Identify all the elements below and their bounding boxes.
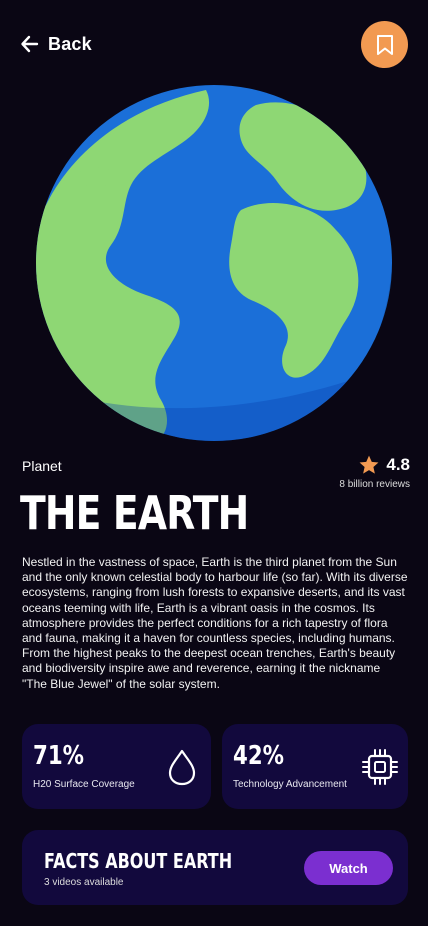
stat-value: 71% [33, 741, 85, 771]
bookmark-button[interactable] [361, 21, 408, 68]
reviews-count: 8 billion reviews [339, 479, 410, 490]
chip-icon [362, 749, 398, 785]
earth-globe-image [36, 85, 392, 441]
back-button[interactable]: Back [20, 31, 92, 57]
stat-value: 42% [233, 741, 285, 771]
arrow-left-icon [21, 35, 39, 53]
facts-title: FACTS ABOUT EARTH [44, 849, 233, 873]
bookmark-icon [376, 34, 393, 55]
top-bar: Back [0, 0, 428, 90]
planet-description: Nestled in the vastness of space, Earth … [22, 555, 408, 691]
page-title: THE EARTH [20, 486, 249, 540]
planet-category: Planet [22, 458, 62, 474]
watch-button[interactable]: Watch [304, 851, 393, 885]
rating: 4.8 [358, 454, 410, 476]
star-icon [359, 455, 379, 474]
facts-subtitle: 3 videos available [44, 877, 124, 888]
water-drop-icon [168, 749, 196, 786]
rating-value: 4.8 [386, 455, 410, 474]
facts-card: FACTS ABOUT EARTH 3 videos available Wat… [22, 830, 408, 905]
stat-label: H20 Surface Coverage [33, 779, 135, 790]
stat-card-water: 71% H20 Surface Coverage [22, 724, 211, 809]
back-label: Back [48, 33, 92, 54]
stat-card-technology: 42% Technology Advancement [222, 724, 408, 809]
stat-label: Technology Advancement [233, 779, 347, 790]
